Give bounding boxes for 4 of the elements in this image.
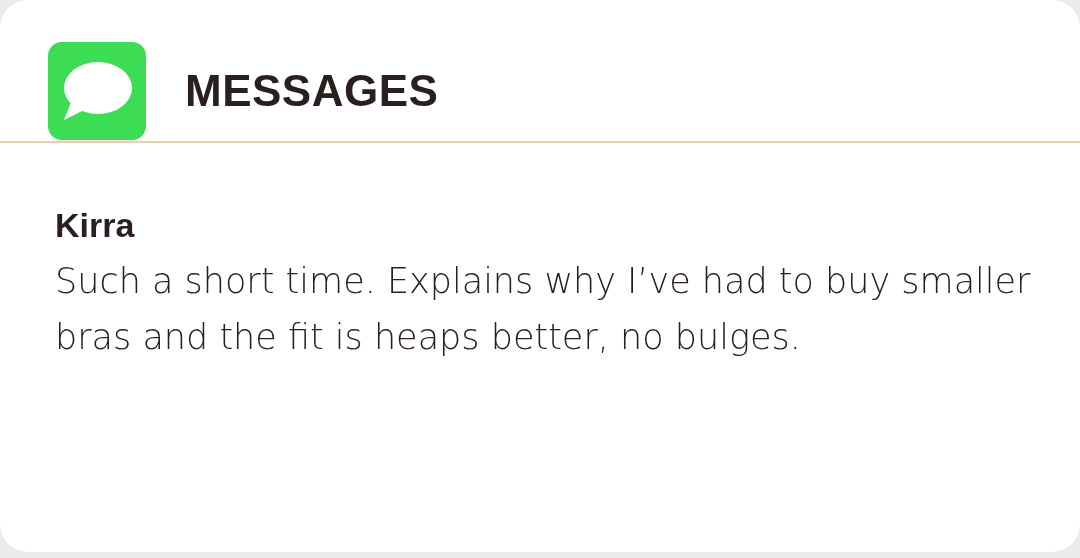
speech-bubble-icon: [48, 42, 146, 140]
message-text: Such a short time. Explains why I’ve had to buy smaller bras and the fit is heaps better, no bulges.: [55, 260, 1032, 359]
sender-name: Kirra: [55, 205, 135, 246]
app-title: MESSAGES: [185, 66, 439, 116]
